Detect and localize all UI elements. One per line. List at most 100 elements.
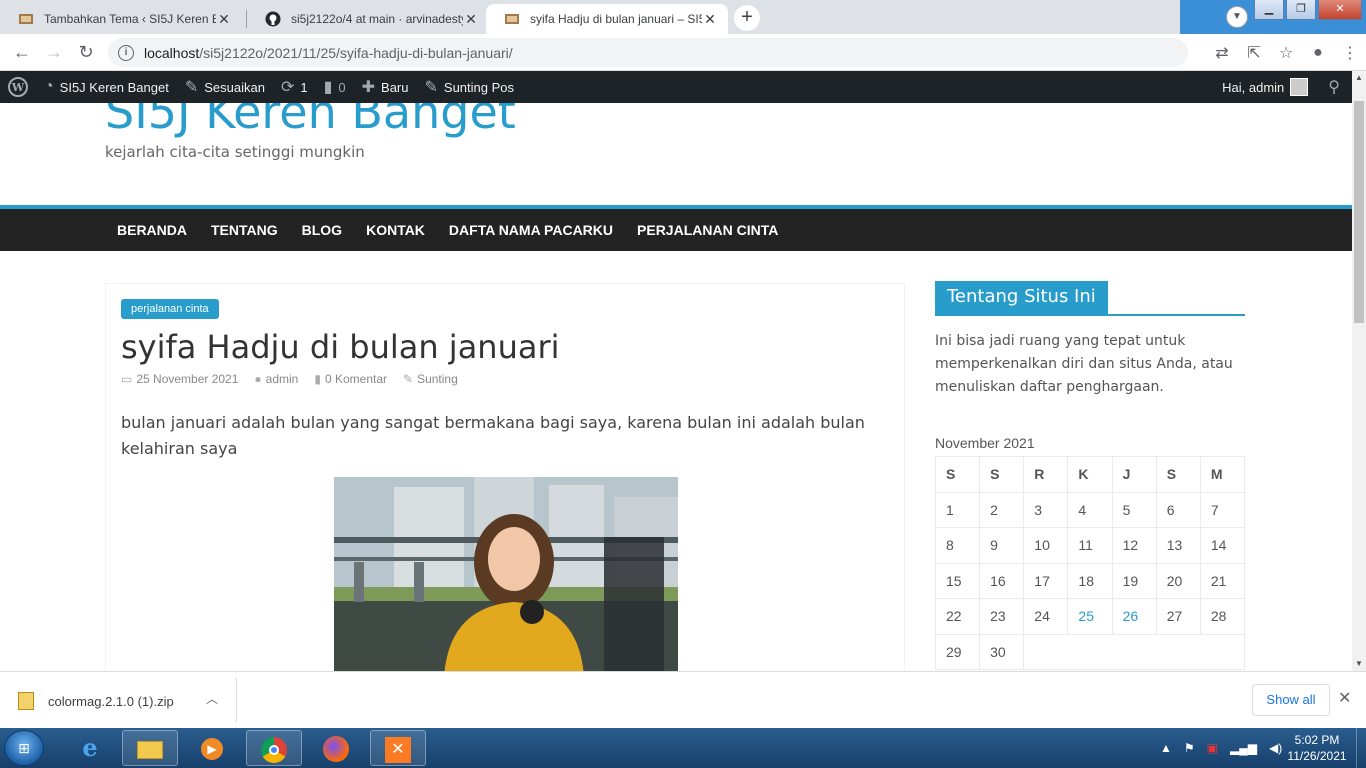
share-icon[interactable]: ⇱ (1238, 43, 1270, 63)
explorer-icon[interactable] (122, 730, 178, 766)
menu-kebab-icon[interactable]: ⋮ (1334, 43, 1366, 63)
scroll-down-icon[interactable]: ▼ (1352, 657, 1366, 671)
post-edit[interactable]: ✎ Sunting (403, 372, 458, 386)
calendar-icon: ▭ (121, 372, 133, 386)
nav-item-beranda[interactable]: BERANDA (105, 222, 199, 238)
calendar-day-cell: 30 (979, 633, 1025, 670)
firefox-icon[interactable] (308, 730, 364, 766)
admin-search[interactable]: ⚲ (1316, 71, 1352, 103)
nav-item-tentang[interactable]: TENTANG (199, 222, 290, 238)
category-badge[interactable]: perjalanan cinta (121, 299, 219, 319)
network-icon[interactable]: ▂▄▆ (1230, 741, 1257, 755)
xampp-icon[interactable]: ✕ (370, 730, 426, 766)
show-desktop-button[interactable] (1356, 728, 1366, 768)
wp-logo-menu[interactable]: W (0, 71, 36, 103)
admin-customize[interactable]: ✎ Sesuaikan (177, 71, 273, 103)
url-host: localhost (144, 44, 200, 61)
calendar-day-cell: 11 (1067, 527, 1113, 564)
calendar-day-header: S (934, 456, 981, 493)
site-tagline: kejarlah cita-cita setinggi mungkin (105, 143, 365, 161)
post-author[interactable]: ● admin (254, 372, 298, 386)
chevron-up-icon[interactable]: ︿ (206, 690, 218, 707)
nav-item-blog[interactable]: BLOG (290, 222, 354, 238)
post-comments[interactable]: ▮ 0 Komentar (314, 372, 387, 386)
calendar-day-header: S (979, 456, 1025, 493)
sidebar: Tentang Situs Ini Ini bisa jadi ruang ya… (934, 281, 1246, 670)
address-bar[interactable]: i localhost/si5j2122o/2021/11/25/syifa-h… (108, 38, 1188, 67)
admin-account-menu[interactable]: Hai, admin (1214, 71, 1316, 103)
calendar-week-row: 29 30 (934, 633, 1245, 670)
calendar-day-cell: 24 (1023, 598, 1069, 635)
admin-comments[interactable]: ▮ 0 (316, 71, 354, 103)
tab-close-icon[interactable]: ✕ (463, 11, 479, 28)
post-date-label: 25 November 2021 (136, 372, 239, 386)
calendar-caption: November 2021 (935, 435, 1035, 451)
scroll-up-icon[interactable]: ▲ (1352, 71, 1366, 85)
url-path: /si5j2122o/2021/11/25/syifa-hadju-di-bul… (199, 44, 513, 61)
reload-icon[interactable]: ↻ (70, 36, 102, 68)
calendar-day-cell: 22 (934, 598, 981, 635)
admin-comments-count: 0 (338, 79, 346, 95)
site-title[interactable]: SI5J Keren Banget (105, 103, 516, 139)
chrome-icon[interactable] (246, 730, 302, 766)
tab-search-icon[interactable]: ▼ (1226, 6, 1248, 28)
tab-close-icon[interactable]: ✕ (702, 11, 718, 28)
calendar-day-cell: 15 (934, 562, 981, 599)
admin-new[interactable]: ✚ Baru (354, 71, 417, 103)
maximize-button[interactable]: ❐ (1286, 0, 1316, 20)
post-content: bulan januari adalah bulan yang sangat b… (121, 413, 865, 458)
search-icon: ⚲ (1328, 79, 1340, 96)
scrollbar-thumb[interactable] (1354, 101, 1364, 323)
calendar-day-cell: 17 (1023, 562, 1069, 599)
calendar-week-row: 8 9 10 11 12 13 14 (934, 527, 1246, 564)
close-icon[interactable]: ✕ (1338, 688, 1351, 708)
download-item[interactable]: colormag.2.1.0 (1).zip (18, 684, 174, 718)
translate-icon[interactable]: ⇄ (1206, 43, 1238, 63)
start-button[interactable]: ⊞ (4, 730, 44, 766)
edit-icon: ✎ (403, 372, 414, 386)
divider (236, 678, 237, 722)
taskbar-clock[interactable]: 5:02 PM 11/26/2021 (1282, 732, 1352, 764)
admin-edit-post[interactable]: ✎ Sunting Pos (417, 71, 523, 103)
pencil-icon: ✎ (424, 79, 438, 96)
admin-site-name-label: SI5J Keren Banget (59, 79, 169, 95)
svg-text:W: W (11, 81, 25, 94)
tab-syifa-hadju[interactable]: syifa Hadju di bulan januari – SI5J ✕ (486, 4, 728, 34)
volume-icon[interactable]: ◀) (1269, 741, 1282, 755)
calendar-day-cell[interactable]: 25 (1067, 598, 1113, 635)
post-image (334, 477, 678, 671)
ie-icon[interactable]: e (62, 730, 118, 766)
calendar-header-row: S S R K J S M (934, 456, 1246, 493)
close-window-button[interactable]: ✕ (1318, 0, 1362, 20)
nav-item-kontak[interactable]: KONTAK (354, 222, 437, 238)
site-info-icon[interactable]: i (118, 44, 134, 61)
calendar-day-cell[interactable]: 26 (1111, 598, 1157, 635)
media-player-icon[interactable]: ▶ (184, 730, 240, 766)
tray-expand-icon[interactable]: ▲ (1160, 741, 1172, 755)
nav-item-perjalanan-cinta[interactable]: PERJALANAN CINTA (625, 222, 790, 238)
minimize-button[interactable]: ▁ (1254, 0, 1284, 20)
flag-icon[interactable]: ⚑ (1184, 741, 1195, 755)
calendar-day-cell: 27 (1155, 598, 1201, 635)
show-all-button[interactable]: Show all (1252, 684, 1330, 716)
github-icon (265, 11, 281, 27)
comment-icon: ▮ (314, 372, 321, 386)
calendar-day-cell: 9 (979, 527, 1025, 564)
calendar-day-cell: 1 (934, 491, 981, 528)
tab-github[interactable]: si5j2122o/4 at main · arvinadesty ✕ (247, 4, 489, 34)
profile-icon[interactable]: ● (1302, 44, 1334, 62)
bookmark-star-icon[interactable]: ☆ (1270, 43, 1302, 63)
back-icon[interactable]: ← (6, 36, 38, 68)
tab-tambahkan-tema[interactable]: Tambahkan Tema ‹ SI5J Keren Bang ✕ (0, 4, 242, 34)
new-tab-button[interactable]: + (734, 5, 760, 31)
nav-item-dafta-nama-pacarku[interactable]: DAFTA NAMA PACARKU (437, 222, 625, 238)
post-article: perjalanan cinta syifa Hadju di bulan ja… (105, 283, 905, 671)
tab-close-icon[interactable]: ✕ (216, 11, 232, 28)
forward-icon[interactable]: → (38, 36, 70, 68)
calendar-day-cell: 19 (1111, 562, 1157, 599)
admin-updates[interactable]: ⟳ 1 (273, 71, 316, 103)
page-scrollbar[interactable]: ▲ ▼ (1352, 71, 1366, 671)
admin-site-name[interactable]: ◔ SI5J Keren Banget (36, 71, 177, 103)
post-date[interactable]: ▭ 25 November 2021 (121, 372, 238, 386)
security-icon[interactable]: ▣ (1207, 741, 1218, 755)
